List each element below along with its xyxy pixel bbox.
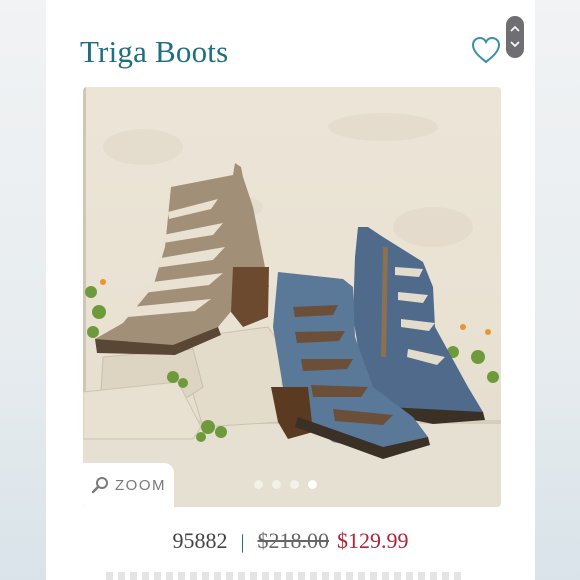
zoom-label: ZOOM — [115, 476, 166, 494]
chevron-down-icon[interactable] — [510, 41, 520, 48]
background-right — [535, 0, 580, 580]
scroll-control[interactable] — [506, 16, 524, 58]
boots-photo — [83, 87, 501, 507]
chevron-up-icon[interactable] — [510, 25, 520, 32]
taupe-boot — [95, 163, 269, 355]
product-title: Triga Boots — [80, 34, 229, 69]
background-left — [0, 0, 46, 580]
price-separator: | — [240, 531, 245, 553]
carousel-indicator — [254, 480, 317, 489]
price-row: 95882 | $218.00 $129.99 — [46, 528, 535, 554]
favorite-button[interactable] — [471, 36, 501, 66]
sale-price: $129.99 — [337, 528, 409, 553]
carousel-dot[interactable] — [290, 480, 299, 489]
truncated-description — [106, 572, 466, 580]
product-card: Triga Boots ZOOM 95882 | $218.00 $129.99 — [46, 0, 535, 580]
carousel-dot[interactable] — [254, 480, 263, 489]
original-price: $218.00 — [257, 528, 330, 553]
carousel-dot-active[interactable] — [308, 480, 317, 489]
heart-outline-icon — [471, 36, 501, 64]
magnifier-icon — [91, 477, 108, 494]
zoom-button[interactable]: ZOOM — [83, 463, 174, 507]
item-number: 95882 — [172, 528, 228, 553]
carousel-dot[interactable] — [272, 480, 281, 489]
product-image[interactable]: ZOOM — [83, 87, 501, 507]
